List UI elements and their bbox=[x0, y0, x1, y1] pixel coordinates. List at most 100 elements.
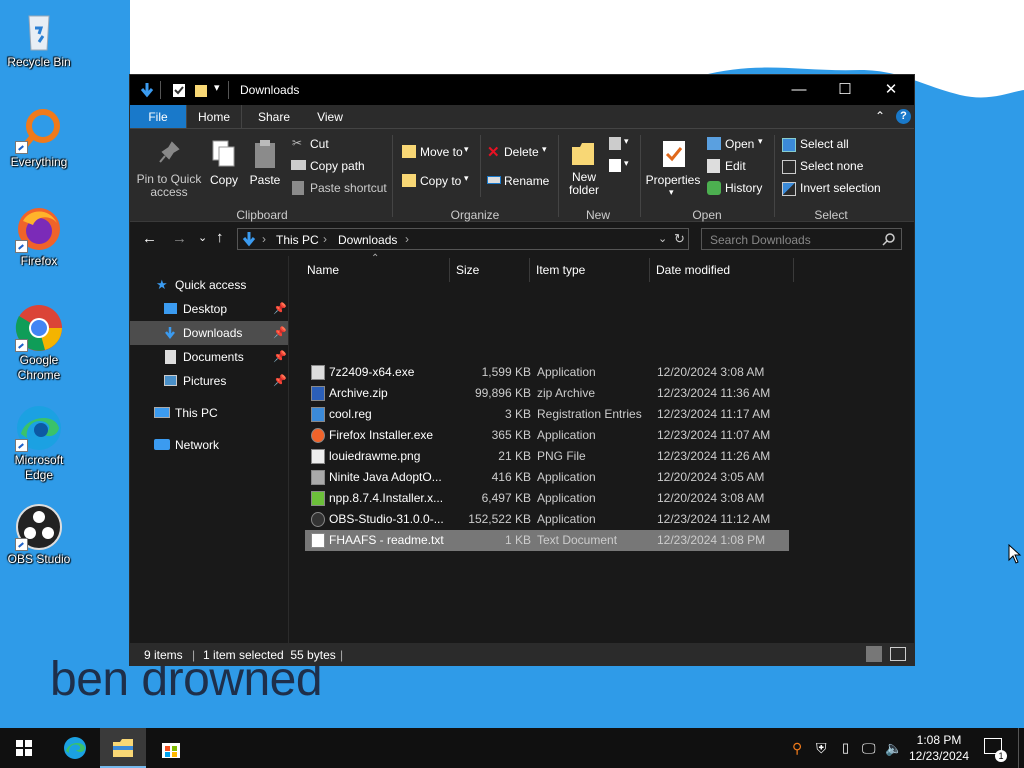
easy-access-button[interactable]: ▾ bbox=[608, 157, 634, 177]
copy-path-button[interactable]: Copy path bbox=[290, 157, 390, 177]
windows-start-icon bbox=[16, 740, 32, 756]
rename-button[interactable]: Rename bbox=[486, 172, 552, 192]
file-size: 1,599 KB bbox=[481, 365, 531, 379]
tab-home[interactable]: Home bbox=[186, 105, 242, 129]
move-to-button[interactable]: Move to ▾ bbox=[400, 143, 476, 163]
file-row[interactable]: OBS-Studio-31.0.0-... 152,522 KB Applicati… bbox=[305, 509, 789, 530]
invert-selection-button[interactable]: Invert selection bbox=[780, 179, 890, 199]
details-view-icon[interactable] bbox=[866, 646, 882, 662]
everything-tray-icon[interactable]: ⚲ bbox=[792, 740, 802, 757]
volume-muted-icon[interactable]: 🔈 bbox=[885, 740, 902, 757]
computer-icon bbox=[154, 407, 170, 418]
quick-access-toolbar-dropdown-icon[interactable]: ▾ bbox=[214, 81, 220, 94]
file-date-modified: 12/23/2024 11:12 AM bbox=[657, 512, 771, 526]
file-row[interactable]: npp.8.7.4.Installer.x... 6,497 KB Applicat… bbox=[305, 488, 789, 509]
downloads-location-icon bbox=[242, 232, 256, 247]
file-size: 365 KB bbox=[491, 428, 531, 442]
delete-button[interactable]: ✕ Delete ▾ bbox=[486, 143, 552, 163]
help-icon[interactable]: ? bbox=[896, 109, 911, 124]
history-button[interactable]: History bbox=[706, 179, 770, 199]
network-tray-icon[interactable]: 🖵 bbox=[862, 740, 876, 757]
file-row[interactable]: 7z2409-x64.exe 1,599 KB Application 12/20/2… bbox=[305, 362, 789, 383]
open-button[interactable]: Open ▾ bbox=[706, 135, 770, 155]
desktop-icon-edge[interactable]: Microsoft Edge bbox=[2, 404, 76, 483]
properties-quick-icon[interactable] bbox=[172, 82, 186, 98]
file-date-modified: 12/23/2024 11:36 AM bbox=[657, 386, 771, 400]
nav-pictures[interactable]: Pictures 📌 bbox=[130, 369, 288, 393]
breadcrumb-downloads[interactable]: Downloads bbox=[338, 233, 397, 247]
cut-button[interactable]: ✂ Cut bbox=[290, 135, 390, 155]
tab-file[interactable]: File bbox=[130, 105, 186, 129]
taskbar-store[interactable] bbox=[148, 728, 194, 768]
desktop-icon-recycle-bin[interactable]: Recycle Bin bbox=[2, 6, 76, 70]
file-row[interactable]: cool.reg 3 KB Registration Entries 12/23/20… bbox=[305, 404, 789, 425]
close-button[interactable]: ✕ bbox=[868, 75, 914, 105]
desktop-icon-everything[interactable]: Everything bbox=[2, 106, 76, 170]
edit-button[interactable]: Edit bbox=[706, 157, 770, 177]
refresh-icon[interactable]: ↻ bbox=[674, 231, 685, 247]
pin-icon[interactable]: 📌 bbox=[273, 297, 287, 321]
column-header-name[interactable]: Name bbox=[307, 263, 339, 277]
paste-icon bbox=[255, 140, 275, 168]
desktop-icon-obs[interactable]: OBS Studio bbox=[2, 503, 76, 567]
start-button[interactable] bbox=[0, 728, 46, 768]
taskbar-file-explorer[interactable] bbox=[100, 728, 146, 768]
desktop-icon-label: Everything bbox=[10, 155, 68, 169]
back-arrow-icon[interactable]: ← bbox=[142, 230, 157, 247]
maximize-button[interactable]: ☐ bbox=[822, 75, 868, 105]
address-dropdown-icon[interactable]: ⌄ bbox=[658, 232, 667, 245]
new-folder-quick-icon[interactable] bbox=[194, 82, 208, 98]
paste-shortcut-icon bbox=[292, 181, 304, 195]
file-row[interactable]: Ninite Java AdoptO... 416 KB Application 12… bbox=[305, 467, 789, 488]
collapse-ribbon-icon[interactable]: ⌃ bbox=[875, 109, 885, 123]
address-bar[interactable]: › This PC › Downloads › ⌄ ↻ bbox=[237, 228, 689, 250]
nav-documents[interactable]: Documents 📌 bbox=[130, 345, 288, 369]
usb-device-icon[interactable]: ▯ bbox=[842, 740, 849, 756]
desktop-icon-chrome[interactable]: Google Chrome bbox=[2, 304, 76, 383]
file-row[interactable]: FHAAFS - readme.txt 1 KB Text Document 12/2… bbox=[305, 530, 789, 551]
new-item-button[interactable]: ▾ bbox=[608, 135, 634, 155]
file-row[interactable]: Firefox Installer.exe 365 KB Application 12… bbox=[305, 425, 789, 446]
forward-arrow-icon[interactable]: → bbox=[172, 230, 187, 247]
file-row[interactable]: louiedrawme.png 21 KB PNG File 12/23/2024 1… bbox=[305, 446, 789, 467]
nav-quick-access[interactable]: ★ Quick access bbox=[130, 273, 288, 297]
breadcrumb-separator-icon: › bbox=[323, 232, 327, 246]
pin-icon[interactable]: 📌 bbox=[273, 321, 287, 345]
file-date-modified: 12/23/2024 11:26 AM bbox=[657, 449, 771, 463]
select-none-button[interactable]: Select none bbox=[780, 157, 890, 177]
breadcrumb-this-pc[interactable]: This PC bbox=[276, 233, 319, 247]
nav-desktop[interactable]: Desktop 📌 bbox=[130, 297, 288, 321]
nav-this-pc[interactable]: This PC bbox=[130, 401, 288, 425]
security-shield-icon[interactable]: ⛨ bbox=[816, 740, 827, 757]
file-explorer-window: ▾ Downloads — ☐ ✕ File Home Share View ⌃… bbox=[129, 74, 915, 666]
pin-to-quick-access-button[interactable]: Pin to Quick access bbox=[136, 135, 202, 201]
paste-button[interactable]: Paste bbox=[246, 135, 284, 201]
search-input[interactable]: Search Downloads bbox=[701, 228, 902, 250]
minimize-button[interactable]: — bbox=[776, 75, 822, 105]
desktop-icon-firefox[interactable]: Firefox bbox=[2, 205, 76, 269]
large-icons-view-icon[interactable] bbox=[890, 647, 906, 661]
column-header-date-modified[interactable]: Date modified bbox=[656, 263, 730, 277]
column-header-size[interactable]: Size bbox=[456, 263, 479, 277]
show-desktop-button[interactable] bbox=[1018, 728, 1019, 768]
taskbar-edge[interactable] bbox=[52, 728, 98, 768]
recent-locations-icon[interactable]: ⌄ bbox=[198, 231, 207, 244]
copy-button[interactable]: Copy bbox=[206, 135, 242, 201]
pin-icon[interactable]: 📌 bbox=[273, 369, 287, 393]
paste-shortcut-button[interactable]: Paste shortcut bbox=[290, 179, 390, 199]
nav-network[interactable]: Network bbox=[130, 433, 288, 457]
tab-view[interactable]: View bbox=[302, 105, 358, 129]
properties-button[interactable]: Properties ▾ bbox=[644, 135, 702, 207]
pin-icon[interactable]: 📌 bbox=[273, 345, 287, 369]
clock[interactable]: 1:08 PM 12/23/2024 bbox=[905, 732, 973, 764]
nav-downloads[interactable]: Downloads 📌 bbox=[130, 321, 288, 345]
file-row[interactable]: Archive.zip 99,896 KB zip Archive 12/23/202… bbox=[305, 383, 789, 404]
column-header-item-type[interactable]: Item type bbox=[536, 263, 585, 277]
search-placeholder: Search Downloads bbox=[710, 233, 811, 247]
up-arrow-icon[interactable]: ↑ bbox=[216, 229, 224, 246]
tab-share[interactable]: Share bbox=[246, 105, 302, 129]
desktop-icon-label: Google Chrome bbox=[17, 353, 61, 382]
select-all-button[interactable]: Select all bbox=[780, 135, 890, 155]
new-folder-button[interactable]: New folder bbox=[562, 135, 606, 201]
copy-to-button[interactable]: Copy to ▾ bbox=[400, 172, 476, 192]
